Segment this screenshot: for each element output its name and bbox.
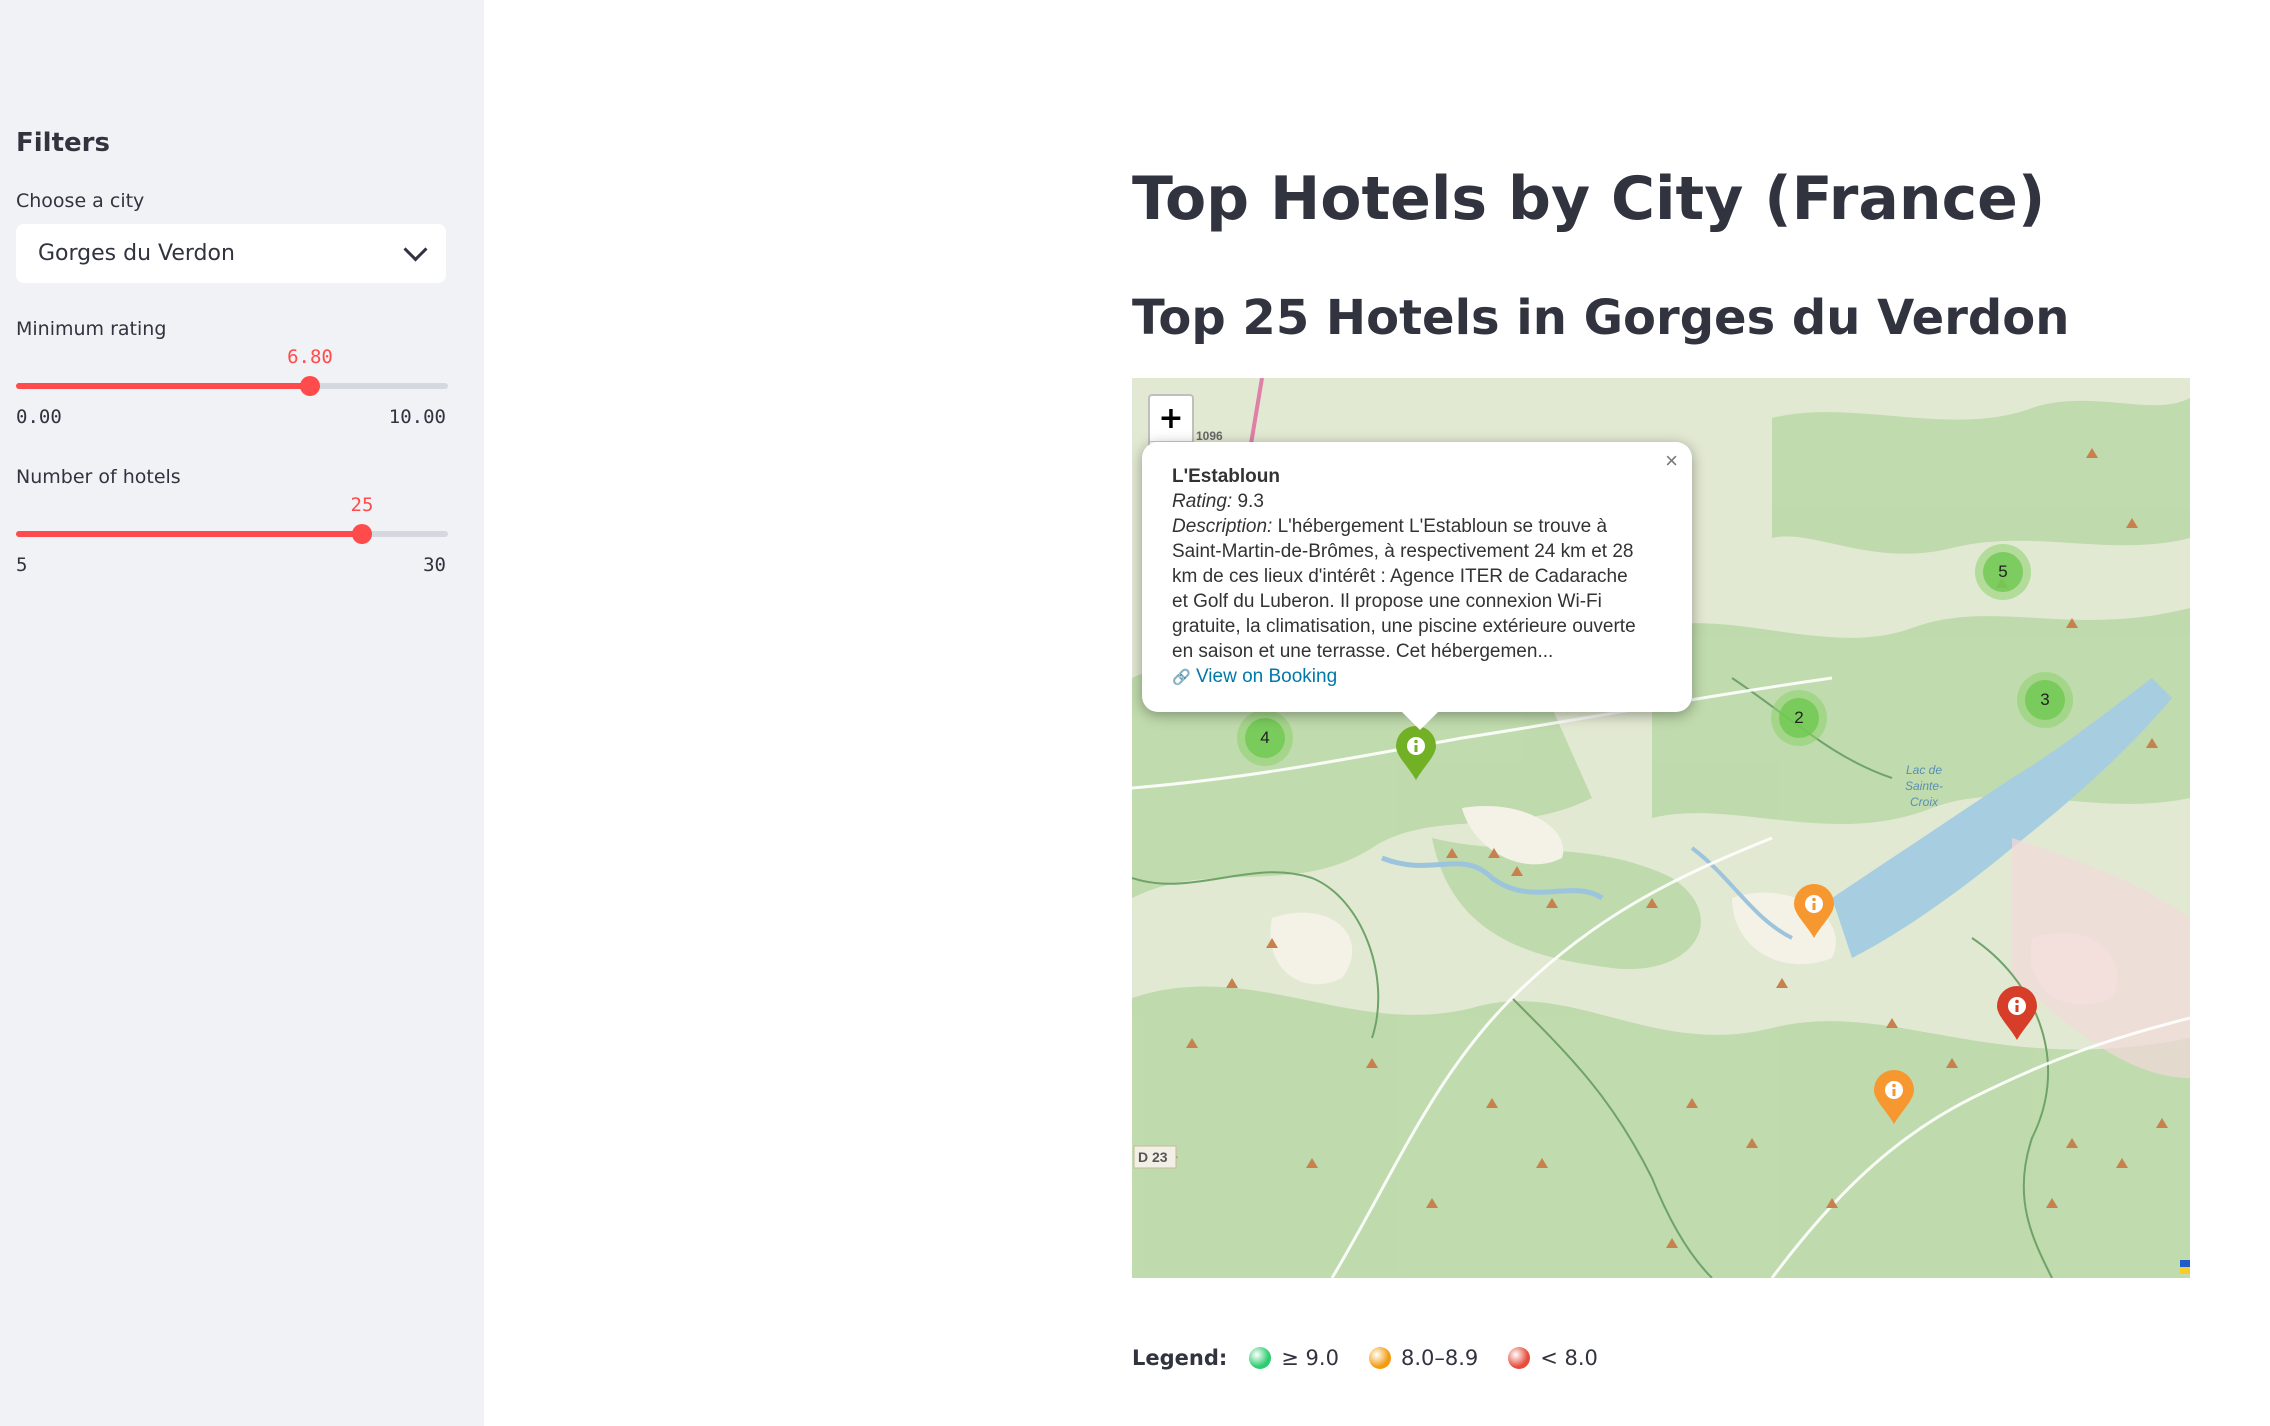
legend-label-mid: 8.0–8.9 (1400, 1346, 1479, 1370)
map-legend: Legend: ≥ 9.0 8.0–8.9 < 8.0 (1132, 1346, 1598, 1370)
hotels-slider-fill (16, 531, 362, 537)
hotels-slider-label: Number of hotels (16, 466, 181, 488)
legend-title: Legend: (1132, 1346, 1228, 1370)
popup-hotel-name: L'Establoun (1172, 466, 1280, 487)
hotels-slider-value: 25 (350, 494, 374, 516)
legend-dot-high (1249, 1347, 1272, 1369)
road-label-1096: 1096 (1196, 429, 1223, 443)
hotels-slider-thumb[interactable] (351, 524, 372, 544)
marker-cluster[interactable]: 2 (1771, 690, 1827, 746)
rating-slider[interactable] (16, 376, 448, 396)
rating-slider-thumb[interactable] (299, 376, 320, 396)
page-subtitle: Top 25 Hotels in Gorges du Verdon (1132, 290, 2070, 346)
marker-cluster[interactable]: 5 (1975, 544, 2031, 600)
city-select-value: Gorges du Verdon (38, 241, 235, 266)
lake-label: Croix (1910, 795, 1939, 809)
map-attribution-flag[interactable] (2180, 1260, 2190, 1274)
road-label-d23: D 23 (1138, 1149, 1168, 1165)
city-select[interactable]: Gorges du Verdon (16, 224, 446, 283)
sidebar: Filters Choose a city Gorges du Verdon M… (0, 0, 484, 1426)
link-icon: 🔗 (1172, 669, 1191, 686)
hotel-popup: × L'Establoun Rating: 9.3 Description: L… (1142, 442, 1692, 730)
hotel-marker-red[interactable] (1995, 986, 2039, 1042)
hotels-slider-min: 5 (16, 554, 28, 576)
popup-booking-link-row: 🔗 View on Booking (1172, 664, 1664, 690)
hotel-marker-orange[interactable] (1792, 884, 1836, 940)
legend-dot-low (1508, 1347, 1531, 1369)
sidebar-title: Filters (16, 128, 110, 158)
zoom-in-button[interactable]: + (1150, 396, 1192, 442)
lake-label: Sainte- (1905, 779, 1943, 793)
marker-cluster[interactable]: 3 (2017, 672, 2073, 728)
page-title: Top Hotels by City (France) (1132, 164, 2046, 234)
legend-label-high: ≥ 9.0 (1281, 1346, 1339, 1370)
rating-slider-fill (16, 383, 310, 389)
popup-description-label: Description: (1172, 516, 1273, 537)
rating-slider-label: Minimum rating (16, 318, 167, 340)
hotel-marker-green[interactable] (1394, 726, 1438, 782)
popup-close-button[interactable]: × (1665, 448, 1678, 473)
city-select-label: Choose a city (16, 190, 145, 212)
rating-slider-max: 10.00 (388, 406, 446, 428)
hotel-map[interactable]: D 23 1096 Lac de Sainte- Croix + − 5 2 3… (1132, 378, 2190, 1278)
chevron-down-icon (403, 237, 428, 262)
rating-slider-min: 0.00 (16, 406, 62, 428)
legend-dot-mid (1368, 1347, 1391, 1369)
popup-description: Description: L'hébergement L'Establoun s… (1172, 516, 1636, 662)
hotels-slider-max: 30 (423, 554, 446, 576)
lake-label: Lac de (1906, 763, 1942, 777)
view-on-booking-link[interactable]: View on Booking (1196, 666, 1337, 687)
legend-label-low: < 8.0 (1540, 1346, 1598, 1370)
rating-slider-value: 6.80 (287, 346, 333, 368)
hotel-marker-orange[interactable] (1872, 1070, 1916, 1126)
marker-cluster[interactable]: 4 (1237, 710, 1293, 766)
popup-rating: Rating: 9.3 (1172, 491, 1264, 512)
hotels-slider[interactable] (16, 524, 448, 544)
